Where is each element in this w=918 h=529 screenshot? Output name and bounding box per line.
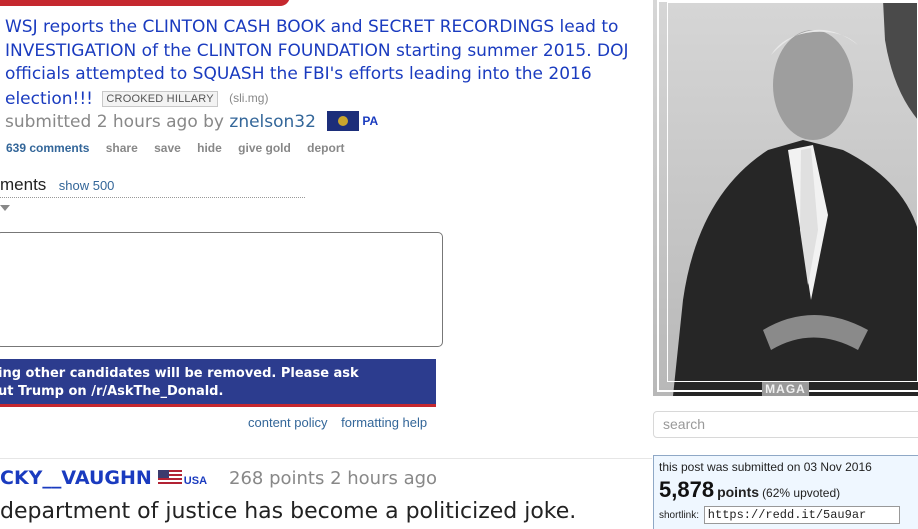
submitted-date: this post was submitted on 03 Nov 2016 bbox=[659, 460, 872, 474]
post-title-text[interactable]: WSJ reports the CLINTON CASH BOOK and SE… bbox=[5, 17, 629, 109]
shortlink-input[interactable] bbox=[703, 506, 900, 524]
post-score: 5,878 points (62% upvoted) bbox=[659, 477, 917, 503]
author-flair-label: PA bbox=[362, 114, 379, 128]
share-button[interactable]: share bbox=[106, 141, 138, 155]
maga-caption: MAGA bbox=[653, 382, 918, 396]
top-red-bar bbox=[0, 0, 290, 6]
comment-author: CKY__VAUGHN USA bbox=[0, 467, 207, 489]
show-more-comments-link[interactable]: show 500 bbox=[59, 178, 115, 193]
comment-textarea[interactable] bbox=[0, 232, 443, 347]
save-button[interactable]: save bbox=[154, 141, 181, 155]
search-input[interactable]: search bbox=[653, 411, 918, 438]
photo-frame-inner bbox=[667, 2, 918, 382]
comment-author-link[interactable]: CKY__VAUGHN bbox=[0, 467, 152, 489]
points-label: points bbox=[717, 484, 760, 500]
sort-dropdown-caret-icon[interactable] bbox=[0, 205, 10, 211]
content-policy-link[interactable]: content policy bbox=[248, 415, 328, 430]
shortlink-row: shortlink: bbox=[659, 506, 917, 524]
rules-notice-banner: ing other candidates will be removed. Pl… bbox=[0, 359, 436, 407]
post-actions: 639 comments share save hide give gold d… bbox=[6, 141, 358, 155]
upvoted-percent: (62% upvoted) bbox=[762, 486, 841, 500]
comments-header-title: ments bbox=[0, 175, 47, 194]
usa-flag-icon bbox=[157, 470, 182, 484]
comments-link[interactable]: 639 comments bbox=[6, 141, 89, 155]
hide-button[interactable]: hide bbox=[197, 141, 222, 155]
comment-meta: 268 points 2 hours ago bbox=[229, 468, 438, 489]
post-author-link[interactable]: znelson32 bbox=[229, 112, 316, 132]
deport-button[interactable]: deport bbox=[307, 141, 344, 155]
give-gold-button[interactable]: give gold bbox=[238, 141, 291, 155]
notice-line-2: ut Trump on /r/AskThe_Donald. bbox=[0, 384, 224, 399]
comment-help-links: content policy formatting help bbox=[248, 415, 427, 430]
comments-header: ments show 500 bbox=[0, 175, 305, 198]
post-info-box: this post was submitted on 03 Nov 2016 5… bbox=[653, 455, 918, 529]
post-tagline: submitted 2 hours ago by znelson32 PA bbox=[5, 111, 378, 132]
points-value: 5,878 bbox=[659, 477, 715, 502]
maga-caption-text: MAGA bbox=[762, 382, 809, 396]
shortlink-label: shortlink: bbox=[659, 510, 700, 521]
post-title[interactable]: WSJ reports the CLINTON CASH BOOK and SE… bbox=[5, 16, 635, 111]
post-domain[interactable]: (sli.mg) bbox=[229, 91, 268, 105]
notice-line-1: ing other candidates will be removed. Pl… bbox=[0, 366, 359, 381]
formatting-help-link[interactable]: formatting help bbox=[341, 415, 427, 430]
pennsylvania-flag-icon bbox=[327, 111, 360, 131]
photo-frame bbox=[657, 0, 918, 392]
post-flair: CROOKED HILLARY bbox=[102, 90, 218, 107]
submitted-text: submitted 2 hours ago by bbox=[5, 112, 224, 132]
sidebar-banner-image: MAGA bbox=[653, 0, 918, 396]
comment-author-flair: USA bbox=[183, 475, 208, 487]
comment-body: department of justice has become a polit… bbox=[0, 499, 577, 524]
divider bbox=[0, 458, 652, 459]
